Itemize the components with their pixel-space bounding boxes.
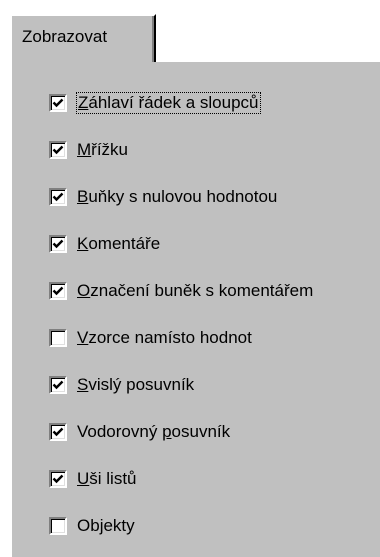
tab-label: Zobrazovat (22, 27, 108, 46)
checkbox[interactable] (49, 141, 67, 159)
option-label: Buňky s nulovou hodnotou (77, 187, 278, 206)
tab-panel: Záhlaví řádek a sloupců Mřížku Buňky s n… (10, 60, 380, 557)
checkmark-icon (52, 380, 64, 390)
option-usi-listu[interactable]: Uši listů (49, 467, 137, 491)
option-label: Uši listů (77, 469, 137, 488)
option-label: Vzorce namísto hodnot (77, 328, 252, 347)
checkbox[interactable] (49, 376, 67, 394)
option-bunky-nulove[interactable]: Buňky s nulovou hodnotou (49, 185, 277, 209)
option-zahlavi[interactable]: Záhlaví řádek a sloupců (49, 91, 261, 115)
checkmark-icon (52, 98, 64, 108)
checkmark-icon (52, 239, 64, 249)
option-komentare[interactable]: Komentáře (49, 232, 160, 256)
checkbox[interactable] (49, 235, 67, 253)
checkbox[interactable] (49, 94, 67, 112)
option-label: Označení buněk s komentářem (77, 281, 314, 300)
checkbox[interactable] (49, 188, 67, 206)
checkmark-icon (52, 474, 64, 484)
checkmark-icon (52, 192, 64, 202)
option-vodorovny-posuvnik[interactable]: Vodorovný posuvník (49, 420, 230, 444)
checkbox[interactable] (49, 329, 67, 347)
option-label: Vodorovný posuvník (77, 422, 231, 441)
checkmark-icon (52, 286, 64, 296)
checkbox[interactable] (49, 423, 67, 441)
option-label: Komentáře (77, 234, 161, 253)
option-mrizku[interactable]: Mřížku (49, 138, 128, 162)
option-svisly-posuvnik[interactable]: Svislý posuvník (49, 373, 194, 397)
option-label: Svislý posuvník (77, 375, 195, 394)
option-objekty[interactable]: Objekty (49, 514, 135, 538)
option-label: Objekty (77, 516, 135, 535)
options-dialog: Zobrazovat Záhlaví řádek a sloupců Mřížk… (0, 0, 380, 557)
checkbox[interactable] (49, 517, 67, 535)
checkmark-icon (52, 427, 64, 437)
checkbox[interactable] (49, 470, 67, 488)
option-label: Mřížku (77, 140, 129, 159)
checkmark-icon (52, 145, 64, 155)
option-vzorce[interactable]: Vzorce namísto hodnot (49, 326, 252, 350)
tab-zobrazovat[interactable]: Zobrazovat (10, 14, 156, 62)
option-label: Záhlaví řádek a sloupců (76, 92, 261, 114)
checkbox[interactable] (49, 282, 67, 300)
option-oznaceni-bunek[interactable]: Označení buněk s komentářem (49, 279, 313, 303)
